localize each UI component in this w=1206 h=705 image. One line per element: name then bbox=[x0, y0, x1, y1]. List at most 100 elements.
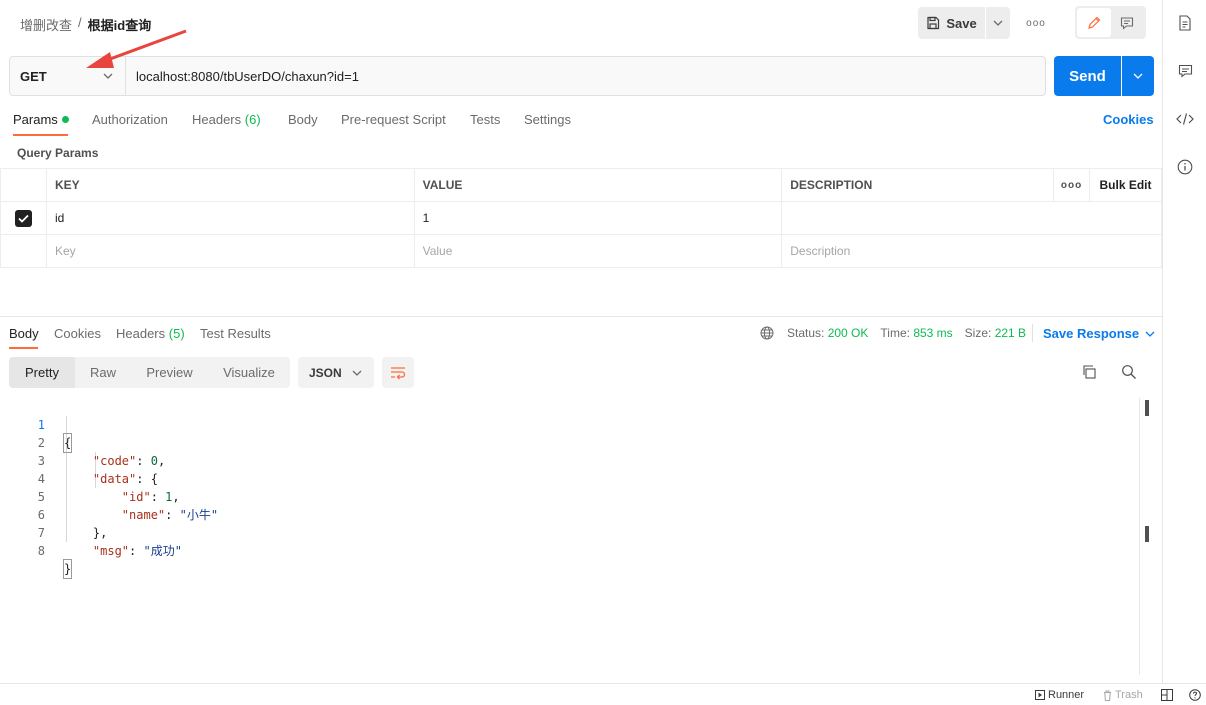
tab-tests[interactable]: Tests bbox=[470, 112, 500, 127]
status-label: Status: bbox=[787, 326, 825, 340]
line-number: 8 bbox=[37, 544, 45, 558]
tab-settings[interactable]: Settings bbox=[524, 112, 571, 127]
response-time[interactable]: 853 ms bbox=[913, 326, 952, 340]
trash-button[interactable]: Trash bbox=[1103, 689, 1143, 701]
tab-headers-label: Headers bbox=[192, 112, 242, 127]
empty-checkbox-cell bbox=[0, 234, 47, 268]
json-key: "data" bbox=[92, 472, 137, 486]
active-tab-indicator bbox=[13, 134, 68, 136]
url-input[interactable] bbox=[126, 57, 1045, 95]
code-text: "data": { bbox=[92, 472, 158, 486]
help-button[interactable] bbox=[1189, 689, 1201, 701]
table-row-empty: Key Value Description bbox=[0, 234, 1162, 268]
tab-headers[interactable]: Headers (6) bbox=[192, 112, 261, 127]
format-tab-preview[interactable]: Preview bbox=[131, 357, 208, 388]
json-key: "msg" bbox=[92, 544, 130, 558]
new-description-field[interactable]: Description bbox=[781, 234, 1162, 268]
status-code[interactable]: 200 OK bbox=[828, 326, 869, 340]
copy-icon[interactable] bbox=[1081, 364, 1097, 380]
document-icon bbox=[1179, 15, 1191, 31]
pencil-icon bbox=[1087, 16, 1101, 29]
param-key-cell[interactable]: id bbox=[45, 201, 415, 235]
code-line: 4 "id": 1, bbox=[0, 452, 180, 504]
wrap-lines-button[interactable] bbox=[382, 357, 414, 388]
param-description-cell[interactable] bbox=[781, 201, 1162, 235]
response-tab-test-results[interactable]: Test Results bbox=[200, 326, 271, 341]
tab-pre-request-script[interactable]: Pre-request Script bbox=[341, 112, 446, 127]
scrollbar-marker-top bbox=[1145, 400, 1149, 416]
params-header-row: KEY VALUE DESCRIPTION ooo Bulk Edit bbox=[0, 168, 1162, 202]
format-tab-raw[interactable]: Raw bbox=[75, 357, 131, 388]
pane-divider[interactable] bbox=[0, 316, 1162, 317]
documentation-button[interactable] bbox=[1175, 13, 1195, 33]
save-label: Save bbox=[946, 15, 977, 31]
row-checkbox[interactable] bbox=[14, 209, 32, 227]
format-tab-pretty[interactable]: Pretty bbox=[9, 357, 75, 388]
status-footer: Runner Trash bbox=[0, 683, 1206, 705]
wrap-icon bbox=[391, 366, 406, 379]
send-button[interactable]: Send bbox=[1054, 56, 1121, 96]
tab-params[interactable]: Params bbox=[13, 112, 69, 127]
breadcrumb-collection[interactable]: 增删改查 bbox=[20, 15, 72, 34]
save-response-button[interactable]: Save Response bbox=[1043, 326, 1155, 341]
json-key: "id" bbox=[121, 490, 151, 504]
trash-icon bbox=[1104, 690, 1111, 701]
format-tab-visualize[interactable]: Visualize bbox=[208, 357, 290, 388]
code-snippet-button[interactable] bbox=[1175, 109, 1195, 129]
code-text: "id": 1, bbox=[121, 490, 180, 504]
comments-button[interactable] bbox=[1175, 61, 1195, 81]
tab-authorization[interactable]: Authorization bbox=[92, 112, 168, 127]
vertical-scrollbar[interactable] bbox=[1139, 398, 1140, 675]
comment-mode-button[interactable] bbox=[1111, 8, 1145, 37]
code-text: }, bbox=[64, 526, 108, 540]
row-checkbox-cell bbox=[0, 201, 47, 235]
params-active-dot bbox=[61, 116, 69, 123]
search-icon[interactable] bbox=[1121, 364, 1137, 380]
code-text: "msg": "成功" bbox=[92, 544, 182, 558]
request-title[interactable]: 根据id查询 bbox=[88, 15, 152, 34]
help-icon bbox=[1189, 689, 1201, 701]
save-options-button[interactable] bbox=[986, 7, 1010, 39]
chevron-down-icon bbox=[993, 20, 1003, 26]
time-label: Time: bbox=[880, 326, 910, 340]
column-key: KEY bbox=[45, 168, 415, 202]
code-line: 3 "data": { bbox=[0, 434, 158, 486]
code-line: 1 { bbox=[0, 398, 73, 453]
comment-icon bbox=[1178, 64, 1192, 78]
column-description: DESCRIPTION bbox=[781, 168, 1055, 202]
response-headers-count: (5) bbox=[168, 326, 185, 341]
chevron-down-icon bbox=[1145, 331, 1155, 337]
save-button[interactable]: Save bbox=[918, 7, 985, 39]
response-tab-headers[interactable]: Headers (5) bbox=[116, 326, 185, 341]
send-options-button[interactable] bbox=[1122, 56, 1154, 96]
column-options-button[interactable]: ooo bbox=[1053, 168, 1090, 202]
method-select[interactable]: GET bbox=[10, 57, 126, 95]
language-label: JSON bbox=[309, 365, 342, 380]
new-value-field[interactable]: Value bbox=[413, 234, 783, 268]
runner-button[interactable]: Runner bbox=[1035, 689, 1084, 701]
param-value-cell[interactable]: 1 bbox=[413, 201, 783, 235]
cookies-link[interactable]: Cookies bbox=[1103, 112, 1154, 127]
tab-body[interactable]: Body bbox=[288, 112, 318, 127]
response-body-viewer[interactable]: 1 { 2 "code": 0, 3 "data": { 4 "id": 1, … bbox=[0, 398, 1140, 682]
chevron-down-icon bbox=[1133, 73, 1143, 79]
new-key-field[interactable]: Key bbox=[45, 234, 415, 268]
code-text: "name": "小牛" bbox=[121, 508, 219, 522]
more-actions-button[interactable]: ooo bbox=[1026, 14, 1046, 32]
response-size[interactable]: 221 B bbox=[995, 326, 1026, 340]
status-separator bbox=[1032, 324, 1033, 342]
runner-icon bbox=[1035, 690, 1045, 700]
response-tab-cookies[interactable]: Cookies bbox=[54, 326, 101, 341]
request-tabs: Params Authorization Headers (6) Body Pr… bbox=[0, 104, 1162, 136]
two-pane-toggle[interactable] bbox=[1161, 689, 1173, 701]
send-group: Send bbox=[1054, 56, 1154, 96]
bulk-edit-button[interactable]: Bulk Edit bbox=[1089, 168, 1162, 202]
comment-icon bbox=[1121, 16, 1134, 30]
edit-mode-button[interactable] bbox=[1077, 8, 1111, 37]
layout-icon bbox=[1161, 689, 1173, 701]
globe-icon[interactable] bbox=[760, 326, 774, 340]
runner-label: Runner bbox=[1048, 689, 1085, 701]
info-button[interactable] bbox=[1175, 157, 1195, 177]
response-tab-body[interactable]: Body bbox=[9, 326, 39, 341]
language-select[interactable]: JSON bbox=[298, 357, 374, 388]
